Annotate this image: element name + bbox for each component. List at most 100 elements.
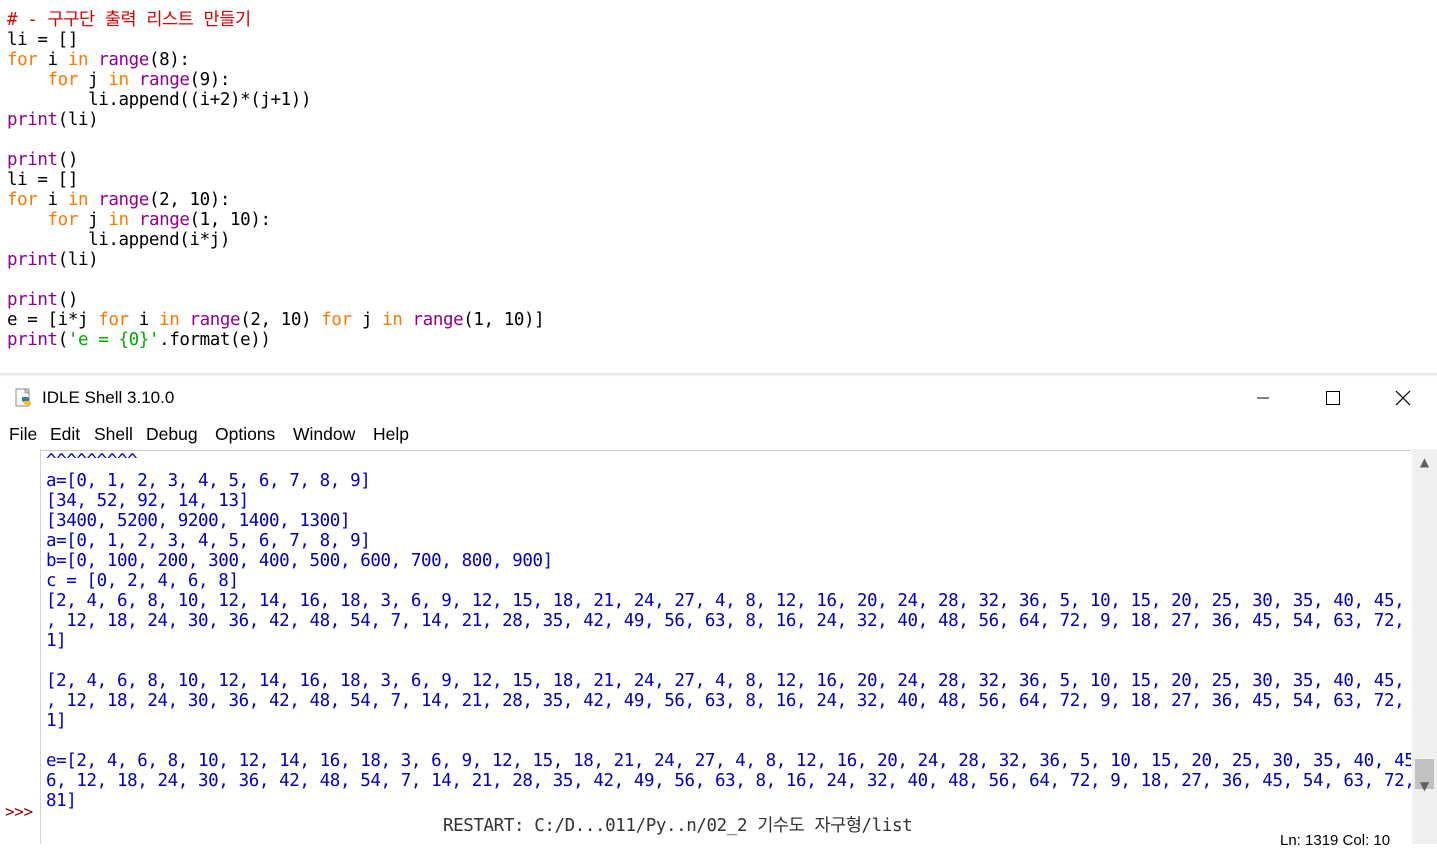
code-line[interactable]: print('e = {0}'.format(e)) [7,330,544,350]
code-token: (li) [57,110,99,130]
output-line: 1] [46,711,67,731]
window-title: IDLE Shell 3.10.0 [42,388,175,407]
code-line[interactable] [7,270,544,290]
code-token: li = [] [7,30,78,50]
shell-output-area[interactable]: ^^^^^^^^^ a=[0, 1, 2, 3, 4, 5, 6, 7, 8, 9… [41,450,1411,845]
output-line: b=[0, 100, 200, 300, 400, 500, 600, 700,… [46,551,553,571]
code-token: (2, 10) [240,310,322,330]
code-line[interactable]: li.append((i+2)*(j+1)) [7,90,544,110]
code-token: for [321,310,352,330]
code-token: li = [] [7,170,78,190]
code-token: (8): [148,50,190,70]
code-line[interactable]: for i in range(8): [7,50,544,70]
minimize-icon [1257,397,1269,399]
code-token: ( [57,330,69,350]
code-token: j [77,210,109,230]
output-line: 6, 12, 18, 24, 30, 36, 42, 48, 54, 7, 14… [46,771,1411,791]
code-token: range [412,310,464,330]
output-line: e=[2, 4, 6, 8, 10, 12, 14, 16, 18, 3, 6,… [46,751,1411,771]
menu-debug[interactable]: Debug [146,424,198,445]
maximize-button[interactable] [1298,377,1368,419]
code-token: # - 구구단 출력 리스트 만들기 [7,10,251,30]
prompt-gutter: >>> [0,449,41,844]
code-token: (9): [189,70,231,90]
output-line: 81] [46,791,77,811]
output-line: c = [0, 2, 4, 6, 8] [46,571,239,591]
code-line[interactable]: print(li) [7,250,544,270]
code-token: () [57,290,79,310]
code-line[interactable]: for i in range(2, 10): [7,190,544,210]
code-token: (1, 10)] [463,310,545,330]
code-line[interactable]: li = [] [7,30,544,50]
code-token: print [7,150,58,170]
output-line: a=[0, 1, 2, 3, 4, 5, 6, 7, 8, 9] [46,531,371,551]
scroll-down-icon[interactable]: ▼ [1412,779,1437,795]
close-button[interactable] [1368,377,1437,419]
code-token: for [98,310,129,330]
code-token: (2, 10): [148,190,231,210]
code-line[interactable]: e = [i*j for i in range(2, 10) for j in … [7,310,545,330]
python-icon [14,388,34,408]
code-line[interactable]: li = [] [7,170,544,190]
code-token: range [189,310,241,330]
output-line: , 12, 18, 24, 30, 36, 42, 48, 54, 7, 14,… [46,611,1411,631]
code-token: in [108,210,129,230]
code-token: (li) [57,250,99,270]
code-token: for [7,190,38,210]
code-token: in [108,70,129,90]
code-line[interactable]: # - 구구단 출력 리스트 만들기 [7,10,544,30]
code-token: range [138,70,190,90]
status-bar: Ln: 1319 Col: 10 [1280,832,1391,849]
code-token: range [98,190,149,210]
scroll-up-icon[interactable]: ▲ [1412,455,1437,471]
menu-edit[interactable]: Edit [50,424,80,445]
code-token: for [47,210,79,230]
restart-banner: RESTART: C:/D...011/Py..n/02_2 기수도 자구형/l… [443,816,913,836]
editor-window[interactable]: # - 구구단 출력 리스트 만들기 li = [] for i in range(… [0,0,1437,374]
output-line: 1] [46,631,67,651]
output-line: a=[0, 1, 2, 3, 4, 5, 6, 7, 8, 9] [46,471,371,491]
code-line[interactable]: for j in range(1, 10): [7,210,544,230]
code-line[interactable]: print() [7,290,544,310]
menu-options[interactable]: Options [215,424,275,445]
code-token: .format(e)) [159,330,271,350]
code-token: in [67,50,89,70]
code-token: range [98,50,149,70]
code-token: in [67,190,89,210]
shell-body: >>> ^^^^^^^^^ a=[0, 1, 2, 3, 4, 5, 6, 7, … [0,449,1437,849]
code-token: print [7,290,58,310]
menu-help[interactable]: Help [373,424,409,445]
menu-shell[interactable]: Shell [94,424,133,445]
output-line: , 12, 18, 24, 30, 36, 42, 48, 54, 7, 14,… [46,691,1411,711]
minimize-button[interactable] [1228,377,1298,419]
shell-output: ^^^^^^^^^ a=[0, 1, 2, 3, 4, 5, 6, 7, 8, 9… [46,451,1411,811]
code-line[interactable]: print() [7,150,544,170]
output-line: [3400, 5200, 9200, 1400, 1300] [46,511,351,531]
vertical-scrollbar[interactable]: ▲ ▼ [1412,449,1437,844]
code-token: li.append(i*j) [7,230,230,250]
menu-file[interactable]: File [9,424,37,445]
code-token: j [351,310,383,330]
title-bar[interactable]: IDLE Shell 3.10.0 [0,377,1437,419]
code-line[interactable]: li.append(i*j) [7,230,544,250]
menu-window[interactable]: Window [293,424,355,445]
code-line[interactable]: print(li) [7,110,544,130]
code-token: for [47,70,79,90]
code-token: 'e = {0}' [67,330,160,350]
output-line: [34, 52, 92, 14, 13] [46,491,249,511]
output-line: [2, 4, 6, 8, 10, 12, 14, 16, 18, 3, 6, 9… [46,591,1411,611]
close-icon [1395,390,1411,406]
code-line[interactable] [7,130,544,150]
output-line: ^^^^^^^^^ [46,451,138,471]
code-token: print [7,250,58,270]
editor-code[interactable]: # - 구구단 출력 리스트 만들기 li = [] for i in range(… [7,10,545,350]
code-line[interactable]: for j in range(9): [7,70,544,90]
